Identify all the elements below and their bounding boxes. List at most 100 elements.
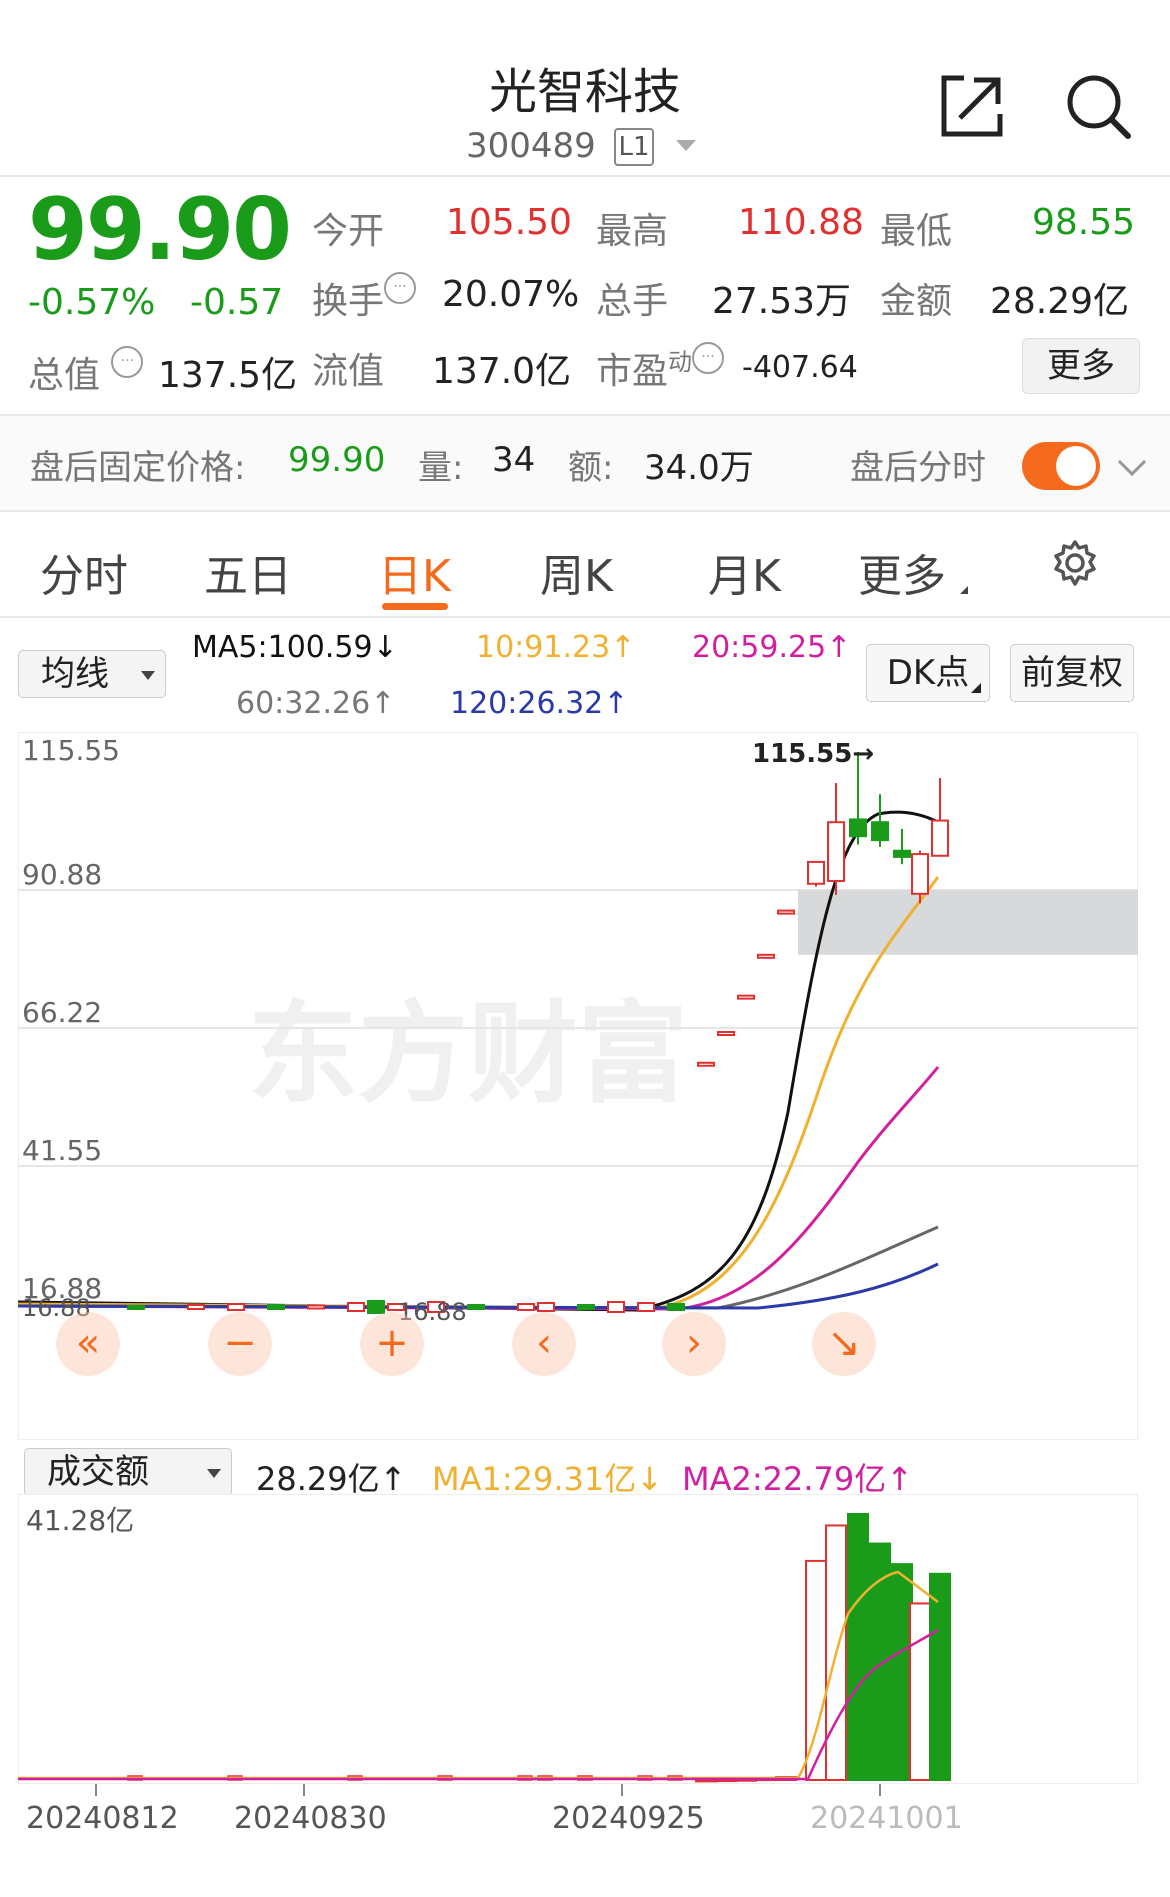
active-tab-indicator [382,603,448,610]
ma60-value: 60:32.26↑ [236,686,396,721]
settings-gear-icon[interactable] [1050,538,1100,588]
tab-fenshi[interactable]: 分时 [40,540,128,604]
info-icon[interactable]: ··· [692,342,725,374]
header-bar: 光智科技 300489 L1 [0,0,1170,176]
float-value: 137.0亿 [432,351,572,392]
info-icon[interactable]: ··· [111,346,144,378]
candle-body [307,1304,325,1310]
afterhours-toggle[interactable] [1022,442,1100,490]
x-tick-label: 20241001 [810,1801,963,1836]
high-value: 110.88 [738,202,864,243]
turnover-label: 换手 ··· [312,272,417,324]
candle-body [931,819,949,857]
candle-body [871,821,889,842]
tab-more[interactable]: 更多 [858,540,946,604]
turnover-label-text: 换手 [312,281,385,322]
afterhours-amt: 34.0万 [644,448,754,488]
candle-body [607,1301,625,1313]
x-tick-label: 20240925 [552,1801,705,1836]
candle-body [911,853,929,895]
tab-week-k[interactable]: 周K [540,540,613,604]
expand-button[interactable]: ↘ [812,1312,876,1376]
afterhours-vol: 34 [492,440,536,480]
current-price: 99.90 [28,180,292,280]
amount-value: 28.29亿 [990,281,1130,322]
zoom-in-button[interactable]: + [360,1312,424,1376]
pe-value: -407.64 [742,350,858,385]
level-badge[interactable]: L1 [614,128,654,166]
candle-body [537,1302,555,1312]
candle-body [517,1303,535,1311]
ma-select-label: 均线 [41,654,109,694]
afterhours-price: 99.90 [288,440,386,480]
y-tick-label: 66.22 [22,996,102,1029]
candle-body [347,1302,365,1312]
candle-body [849,818,867,838]
volume-frame [18,1494,1138,1784]
candle-body [367,1300,385,1314]
divider [0,616,1170,618]
volume-bar [847,1513,869,1781]
adjust-price-button[interactable]: 前复权 [1010,644,1134,702]
zoom-out-button[interactable]: − [208,1312,272,1376]
divider [0,175,1170,177]
volume-indicator-select[interactable]: 成交额 [24,1448,232,1496]
ma20-value: 20:59.25↑ [692,630,852,665]
candle-body [737,994,755,1000]
volume-bar [909,1602,931,1781]
candle-body [807,860,825,885]
pe-label: 市盈动 ··· [596,342,725,394]
tab-month-k[interactable]: 月K [708,540,781,604]
scroll-left-button[interactable]: « [56,1312,120,1376]
pe-label-text: 市盈 [596,351,669,392]
gap-band [798,890,1138,955]
y-tick-label: 115.55 [22,734,120,767]
tab-day-k[interactable]: 日K [378,540,451,604]
afterhours-vol-label: 量: [418,448,464,488]
tab-five-day[interactable]: 五日 [204,540,292,604]
dk-point-button[interactable]: DK点 [866,644,990,702]
float-label: 流值 [312,351,385,392]
candle-body [757,953,775,959]
volume-value: 27.53万 [712,281,852,322]
ma-select[interactable]: 均线 [18,650,166,698]
pe-sup: 动 [668,348,693,376]
ma5-value: MA5:100.59↓ [192,630,398,665]
y-tick-label: 90.88 [22,858,102,891]
candle-body [637,1302,655,1312]
ma120-value: 120:26.32↑ [450,686,629,721]
candle-body [777,909,795,915]
x-axis: 20240812 20240830 20240925 20241001 [26,1784,963,1836]
afterhours-label: 盘后固定价格: [30,448,246,488]
prev-button[interactable]: ‹ [512,1312,576,1376]
x-tick-label: 20240812 [26,1801,179,1836]
dropdown-arrow-icon [207,1469,221,1478]
volume-select-label: 成交额 [47,1452,149,1492]
candlestick-chart[interactable]: 东方财富 115.55→16.8816.88 115.5590.8866.224… [18,732,1138,1440]
search-icon[interactable] [1064,72,1134,142]
x-tick-label: 20240830 [234,1801,387,1836]
code-dropdown-icon[interactable] [676,140,696,151]
mktcap-value: 137.5亿 [158,355,298,396]
candle-body [267,1304,285,1310]
volume-max-label: 41.28亿 [26,1504,134,1537]
low-label: 最低 [880,211,953,252]
mktcap-label: 总值 ··· [28,346,144,398]
ma10-value: 10:91.23↑ [476,630,636,665]
watermark: 东方财富 [248,990,688,1118]
open-label: 今开 [312,211,385,252]
dk-corner-icon [971,683,981,693]
more-button[interactable]: 更多 [1022,338,1140,394]
volume-chart[interactable]: 41.28亿 [18,1494,1138,1784]
y-tick-label: 41.55 [22,1134,102,1167]
candle-body [187,1304,205,1310]
dropdown-arrow-icon [141,671,155,680]
next-button[interactable]: › [662,1312,726,1376]
more-corner-icon [960,586,968,594]
max-price-annotation: 115.55→ [752,739,874,769]
stock-code: 300489 [466,126,596,166]
dk-point-label: DK点 [886,653,970,693]
info-icon[interactable]: ··· [384,272,417,304]
share-icon[interactable] [938,72,1006,140]
high-label: 最高 [596,211,669,252]
